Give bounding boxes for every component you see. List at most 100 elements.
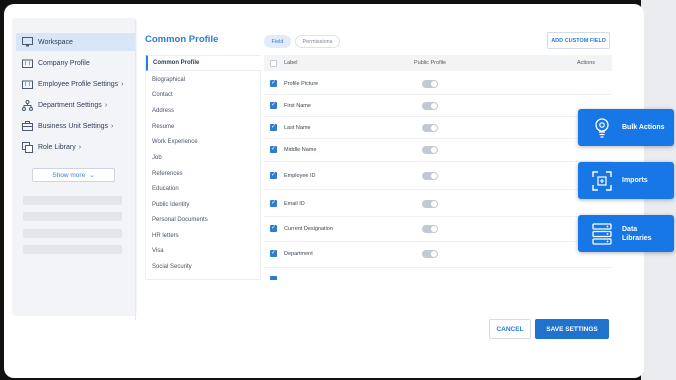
copy-icon: [21, 141, 33, 153]
column-header-public-profile: Public Profile: [414, 60, 447, 66]
table-row: ✓ Last Name: [264, 117, 612, 139]
section-item-biographical[interactable]: Biographical: [152, 77, 185, 83]
skeleton-placeholder: [23, 196, 122, 205]
section-item-address[interactable]: Address: [152, 108, 174, 114]
sidebar-item-role-library[interactable]: Role Library ›: [16, 138, 136, 156]
section-item-job[interactable]: Job: [152, 155, 162, 161]
org-chart-icon: [21, 99, 33, 111]
row-checkbox[interactable]: ✓: [270, 124, 277, 131]
data-libraries-label: Data Libraries: [622, 225, 652, 242]
section-item-social-security[interactable]: Social Security: [152, 264, 192, 270]
select-all-checkbox[interactable]: [270, 60, 277, 67]
section-item-public-identity[interactable]: Public Identity: [152, 202, 189, 208]
section-item-references[interactable]: References: [152, 171, 183, 177]
divider: [135, 20, 136, 320]
chevron-right-icon: ›: [111, 122, 114, 130]
sidebar-item-employee-profile-settings[interactable]: Employee Profile Settings ›: [16, 75, 136, 93]
row-label: Email ID: [284, 201, 305, 207]
imports-button[interactable]: Imports: [578, 162, 674, 199]
briefcase-icon: [21, 120, 33, 132]
section-list: Common Profile Biographical Contact Addr…: [145, 55, 261, 280]
column-header-label: Label: [284, 60, 298, 66]
public-profile-toggle[interactable]: [422, 225, 438, 233]
chevron-down-icon: ⌄: [89, 172, 95, 179]
sidebar: Workspace Company Profile Employee Profi…: [12, 18, 137, 316]
table-row: ✓ Middle Name: [264, 139, 612, 162]
skeleton-placeholder: [23, 229, 122, 238]
public-profile-toggle[interactable]: [422, 146, 438, 154]
add-custom-field-button[interactable]: ADD CUSTOM FIELD: [547, 32, 610, 49]
sidebar-item-label: Department Settings: [38, 101, 102, 109]
table-header: Label Public Profile Actions: [264, 55, 612, 71]
section-item-work-experience[interactable]: Work Experience: [152, 139, 198, 145]
imports-label: Imports: [622, 177, 648, 184]
chevron-right-icon: ›: [78, 143, 82, 151]
column-header-actions: Actions: [577, 60, 596, 66]
show-more-button[interactable]: Show more ⌄: [32, 168, 115, 182]
sidebar-item-business-unit-settings[interactable]: Business Unit Settings ›: [16, 117, 136, 135]
sidebar-item-workspace[interactable]: Workspace: [16, 33, 136, 51]
row-checkbox[interactable]: ✓: [270, 102, 277, 109]
database-icon: [591, 222, 613, 245]
table-row: ✓ Employee ID: [264, 162, 612, 190]
row-checkbox[interactable]: [270, 276, 277, 280]
row-label: First Name: [284, 103, 311, 109]
section-item-education[interactable]: Education: [152, 186, 179, 192]
section-item-resume[interactable]: Resume: [152, 124, 174, 130]
public-profile-toggle[interactable]: [422, 250, 438, 258]
bulk-actions-label: Bulk Actions: [622, 124, 665, 131]
save-settings-button[interactable]: SAVE SETTINGS: [535, 319, 609, 339]
row-label: Middle Name: [284, 147, 317, 153]
table-row: ✓ Current Designation: [264, 217, 612, 242]
sidebar-item-label: Business Unit Settings: [38, 122, 109, 130]
row-label: Employee ID: [284, 173, 316, 179]
show-more-label: Show more: [52, 171, 86, 179]
fields-table: Label Public Profile Actions ✓ Profile P…: [264, 55, 612, 280]
chevron-right-icon: ›: [121, 80, 124, 88]
skeleton-placeholder: [23, 212, 122, 221]
table-row: ✓ First Name: [264, 95, 612, 117]
data-libraries-button[interactable]: Data Libraries: [578, 215, 674, 252]
public-profile-toggle[interactable]: [422, 124, 438, 132]
public-profile-toggle[interactable]: [422, 200, 438, 208]
table-row: [264, 268, 612, 280]
row-checkbox[interactable]: ✓: [270, 146, 277, 153]
section-item-common-profile[interactable]: Common Profile: [146, 55, 261, 71]
sidebar-item-department-settings[interactable]: Department Settings ›: [16, 96, 136, 114]
sidebar-item-label: Employee Profile Settings: [38, 80, 119, 88]
sidebar-item-label: Company Profile: [38, 59, 90, 67]
tab-field[interactable]: Field: [264, 35, 291, 48]
settings-card: Workspace Company Profile Employee Profi…: [4, 4, 644, 378]
chevron-right-icon: ›: [104, 101, 108, 109]
row-label: Profile Picture: [284, 81, 319, 87]
row-checkbox[interactable]: ✓: [270, 172, 277, 179]
tab-permissions[interactable]: Permissions: [295, 35, 340, 48]
row-checkbox[interactable]: ✓: [270, 80, 277, 87]
section-item-visa[interactable]: Visa: [152, 248, 164, 254]
section-item-personal-documents[interactable]: Personal Documents: [152, 217, 208, 223]
public-profile-toggle[interactable]: [422, 102, 438, 110]
table-row: ✓ Department: [264, 242, 612, 268]
skeleton-placeholder: [23, 245, 122, 254]
page-title: Common Profile: [145, 34, 219, 45]
row-checkbox[interactable]: ✓: [270, 250, 277, 257]
public-profile-toggle[interactable]: [422, 80, 438, 88]
row-label: Department: [284, 251, 313, 257]
scan-icon: [591, 170, 613, 192]
row-label: Current Designation: [284, 226, 333, 232]
row-checkbox[interactable]: ✓: [270, 225, 277, 232]
sidebar-item-label: Role Library: [38, 143, 76, 151]
section-item-hr-letters[interactable]: HR letters: [152, 233, 179, 239]
monitor-icon: [21, 36, 33, 48]
row-checkbox[interactable]: ✓: [270, 200, 277, 207]
sidebar-item-company-profile[interactable]: Company Profile: [16, 54, 136, 72]
table-row: ✓ Profile Picture: [264, 73, 612, 95]
public-profile-toggle[interactable]: [422, 172, 438, 180]
bulk-actions-button[interactable]: Bulk Actions: [578, 109, 674, 146]
row-label: Last Name: [284, 125, 311, 131]
table-row: ✓ Email ID: [264, 190, 612, 217]
lightbulb-gear-icon: [591, 117, 613, 139]
section-item-contact[interactable]: Contact: [152, 92, 173, 98]
sidebar-item-label: Workspace: [38, 38, 73, 46]
cancel-button[interactable]: CANCEL: [489, 319, 531, 339]
